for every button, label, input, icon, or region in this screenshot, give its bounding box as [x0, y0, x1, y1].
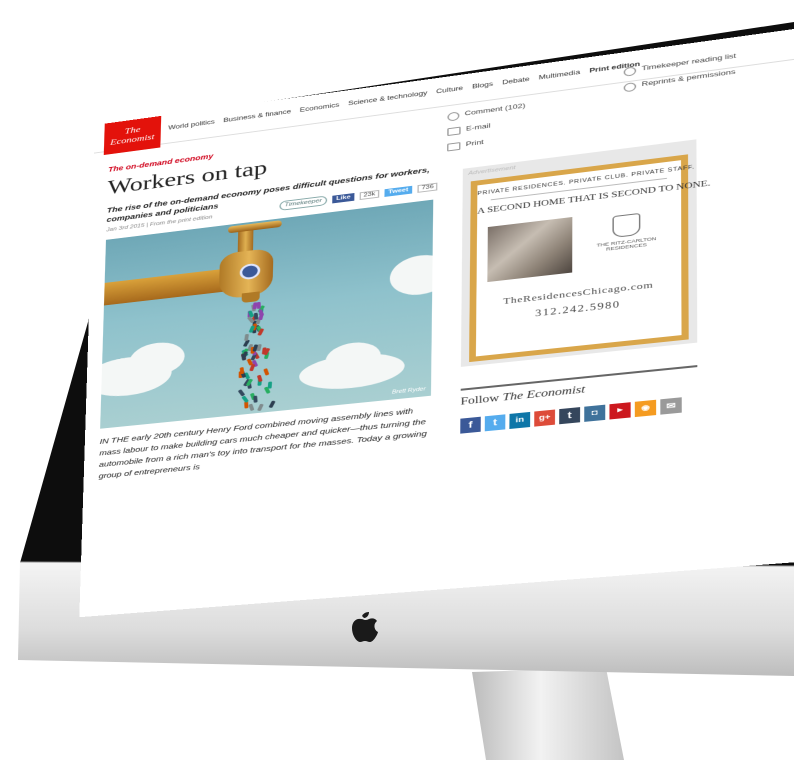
falling-figure: [253, 395, 258, 403]
falling-figure: [240, 395, 249, 403]
facebook-like-button[interactable]: Like: [332, 193, 355, 204]
follow-brand: The Economist: [502, 384, 586, 404]
nav-item-economics[interactable]: Economics: [300, 102, 340, 114]
youtube-icon[interactable]: ▶: [609, 402, 631, 420]
falling-figure: [239, 367, 245, 375]
ad-banner[interactable]: PRIVATE RESIDENCES. PRIVATE CLUB. PRIVAT…: [469, 154, 710, 363]
falling-figure: [258, 313, 265, 320]
image-credit: Brett Ryder: [391, 386, 426, 396]
advertisement-panel: Advertisement PRIVATE RESIDENCES. PRIVAT…: [460, 139, 710, 367]
print-label: Print: [465, 139, 484, 149]
imac-mockup: The Economist World politics Business & …: [0, 0, 794, 760]
cloud-shape: [389, 251, 434, 298]
falling-figure: [268, 400, 276, 408]
envelope-icon: [447, 126, 461, 137]
email-icon[interactable]: ✉: [660, 397, 682, 415]
nav-item-science-technology[interactable]: Science & technology: [348, 90, 427, 107]
lion-crest-icon: [612, 212, 641, 239]
falling-figure: [243, 333, 249, 341]
falling-figure: [267, 381, 272, 389]
follow-prefix: Follow: [460, 392, 500, 408]
pipe-shape: [103, 267, 237, 306]
printer-icon: [447, 142, 461, 152]
instagram-icon[interactable]: ◘: [584, 404, 606, 422]
article-tools: Comment (102) E-mail Print: [447, 99, 525, 156]
like-count: 23k: [359, 189, 380, 201]
falling-figure: [256, 301, 261, 309]
tumblr-icon[interactable]: t: [559, 407, 581, 425]
falling-figure: [238, 388, 246, 397]
follow-section: Follow The Economist f t in g+ t ◘ ▶ ◉ ✉: [460, 365, 698, 434]
ad-logo: THE RITZ-CARLTON RESIDENCES: [592, 210, 662, 266]
twitter-icon[interactable]: t: [484, 414, 506, 432]
falling-figure: [248, 404, 255, 412]
nav-item-multimedia[interactable]: Multimedia: [539, 69, 580, 81]
nav-item-blogs[interactable]: Blogs: [472, 81, 493, 91]
cloud-shape: [128, 339, 186, 379]
facebook-icon[interactable]: f: [460, 416, 481, 434]
googleplus-icon[interactable]: g+: [534, 409, 556, 427]
comment-icon: [447, 110, 460, 122]
tweet-button[interactable]: Tweet: [384, 185, 413, 197]
nav-item-business-finance[interactable]: Business & finance: [223, 108, 291, 124]
advertisement-label: Advertisement: [468, 165, 516, 177]
falling-figure: [253, 312, 258, 320]
falling-figure: [263, 368, 270, 376]
copyright-icon: [623, 81, 637, 92]
article-illustration: Brett Ryder: [100, 199, 434, 429]
nav-item-world-politics[interactable]: World politics: [168, 119, 215, 132]
clock-icon: [623, 65, 637, 77]
tweet-count: 736: [417, 182, 438, 193]
nav-item-culture[interactable]: Culture: [436, 85, 463, 95]
ad-logo-text: THE RITZ-CARLTON RESIDENCES: [596, 235, 657, 252]
tap-handle: [228, 220, 282, 234]
linkedin-icon[interactable]: in: [509, 411, 531, 429]
webpage: The Economist World politics Business & …: [79, 22, 794, 618]
rss-icon[interactable]: ◉: [634, 399, 657, 418]
people-stream: [238, 300, 276, 415]
nav-item-debate[interactable]: Debate: [502, 76, 529, 86]
ad-interior-photo: [487, 216, 573, 283]
email-label: E-mail: [465, 122, 491, 133]
falling-figure: [256, 403, 264, 412]
economist-logo[interactable]: The Economist: [103, 115, 162, 156]
